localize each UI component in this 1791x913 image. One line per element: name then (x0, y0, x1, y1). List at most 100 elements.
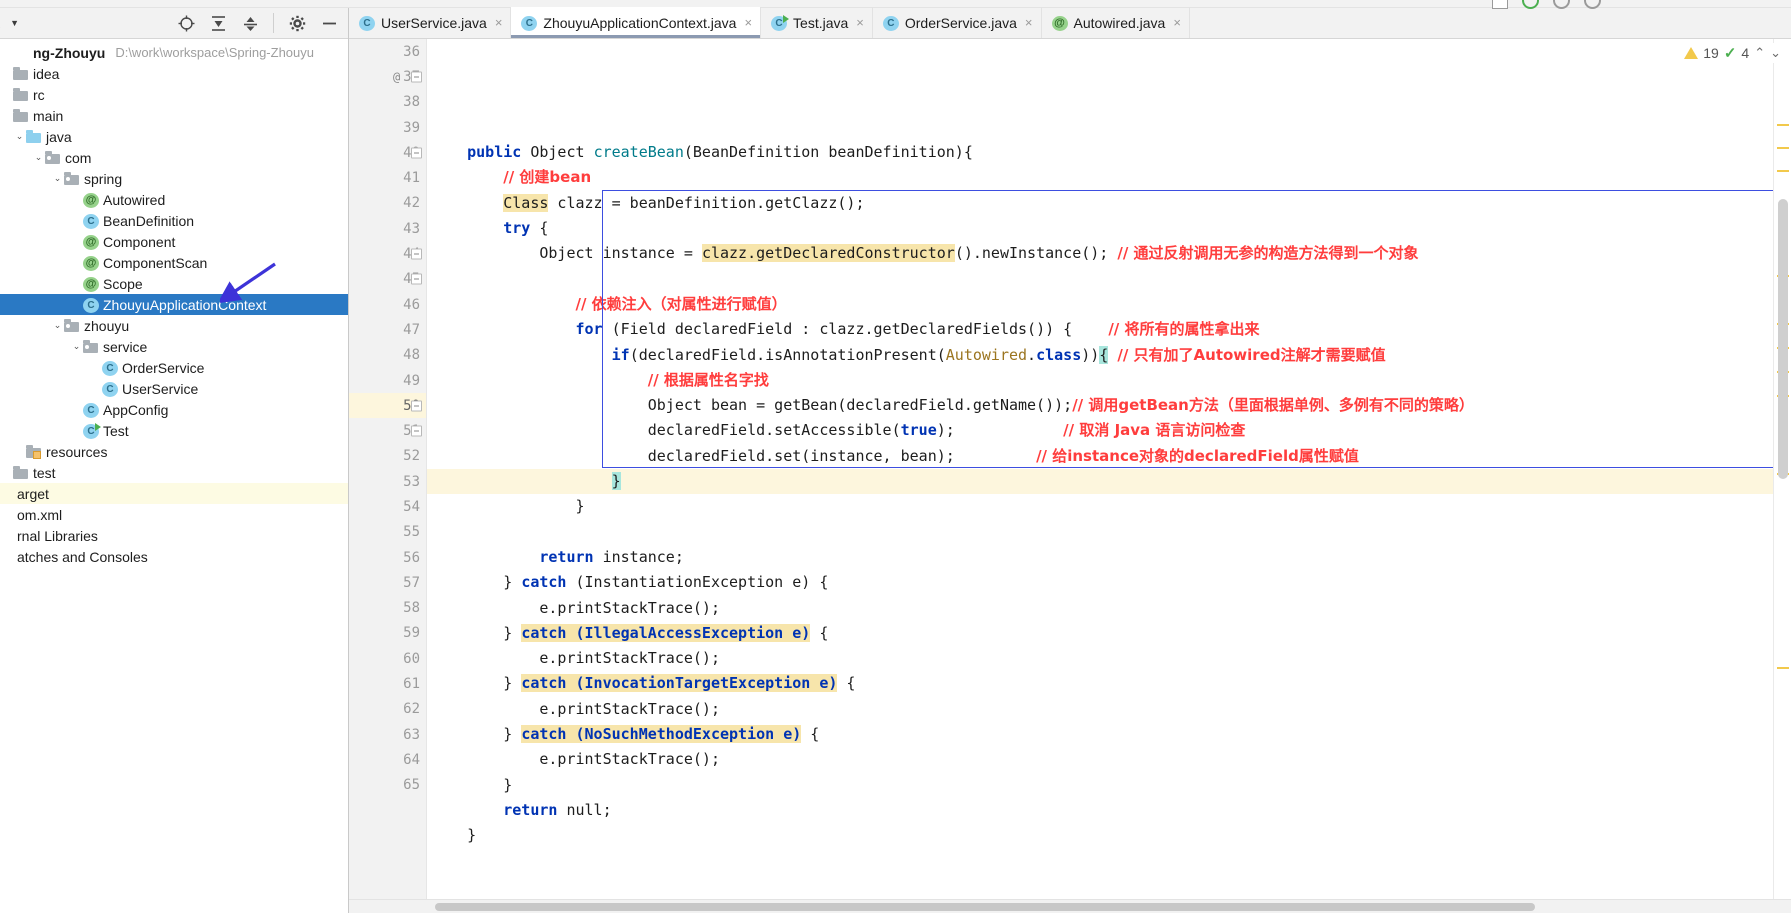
close-icon[interactable]: × (856, 15, 864, 30)
line-number[interactable]: 49 (349, 368, 426, 393)
code-fold-icon[interactable] (411, 248, 422, 260)
code-fold-icon[interactable] (411, 71, 422, 83)
expand-all-icon[interactable] (209, 14, 227, 32)
line-number[interactable]: 53 (349, 469, 426, 494)
editor-tab[interactable]: C UserService.java × (349, 7, 512, 38)
line-number[interactable]: 62 (349, 697, 426, 722)
code-line[interactable]: try { (427, 216, 1773, 241)
chevron-down-icon[interactable]: ⌄ (13, 131, 26, 142)
line-number[interactable]: 55 (349, 520, 426, 545)
tree-item[interactable]: C Test (0, 420, 348, 441)
code-line[interactable]: e.printStackTrace(); (427, 697, 1773, 722)
tree-item[interactable]: atches and Consoles (0, 546, 348, 567)
code-line[interactable]: declaredField.setAccessible(true); // 取消… (427, 418, 1773, 443)
tree-item[interactable]: C UserService (0, 378, 348, 399)
line-number[interactable]: 57 (349, 570, 426, 595)
debug-circle-icon[interactable] (1553, 0, 1570, 9)
code-fold-icon[interactable] (411, 400, 422, 412)
close-icon[interactable]: × (744, 15, 752, 30)
code-line[interactable]: } catch (IllegalAccessException e) { (427, 621, 1773, 646)
line-number[interactable]: 47 (349, 317, 426, 342)
close-icon[interactable]: × (495, 15, 503, 30)
line-number[interactable]: 45 (349, 267, 426, 292)
code-line[interactable] (427, 849, 1773, 874)
code-line[interactable]: // 依赖注入（对属性进行赋值） (427, 292, 1773, 317)
tree-item[interactable]: ⌄ com (0, 147, 348, 168)
code-line[interactable]: } catch (NoSuchMethodException e) { (427, 722, 1773, 747)
line-number[interactable]: 61 (349, 671, 426, 696)
tree-item[interactable]: C ZhouyuApplicationContext (0, 294, 348, 315)
tree-item[interactable]: @ Autowired (0, 189, 348, 210)
editor-tab-bar[interactable]: C UserService.java × C ZhouyuApplicationCont… (349, 7, 1791, 39)
code-line[interactable]: declaredField.set(instance, bean); // 给i… (427, 444, 1773, 469)
code-line[interactable]: Object bean = getBean(declaredField.getN… (427, 393, 1773, 418)
tree-item[interactable]: idea (0, 63, 348, 84)
hide-panel-icon[interactable] (320, 14, 338, 32)
line-number[interactable]: 42 (349, 191, 426, 216)
tree-item[interactable]: arget (0, 483, 348, 504)
tree-item[interactable]: @ ComponentScan (0, 252, 348, 273)
code-line[interactable]: e.printStackTrace(); (427, 747, 1773, 772)
code-line[interactable]: } (427, 494, 1773, 519)
line-number[interactable]: 56 (349, 545, 426, 570)
chevron-down-icon[interactable]: ▼ (10, 18, 19, 28)
run-circle-icon[interactable] (1522, 0, 1539, 9)
code-line[interactable] (427, 520, 1773, 545)
tree-item[interactable]: @ Component (0, 231, 348, 252)
line-number[interactable]: 40 (349, 140, 426, 165)
editor-tab[interactable]: @ Autowired.java × (1042, 7, 1190, 38)
gear-icon[interactable] (288, 14, 306, 32)
tree-item[interactable]: ⌄ java (0, 126, 348, 147)
tree-item[interactable]: C AppConfig (0, 399, 348, 420)
line-number[interactable]: 39 (349, 115, 426, 140)
code-line[interactable]: } (427, 823, 1773, 848)
tree-item[interactable]: ⌄ spring (0, 168, 348, 189)
next-problem-icon[interactable]: ⌄ (1770, 45, 1781, 61)
line-number[interactable]: 65 (349, 773, 426, 798)
editor-tab[interactable]: C OrderService.java × (873, 7, 1042, 38)
tree-item[interactable]: C OrderService (0, 357, 348, 378)
analysis-scrollbar[interactable] (1773, 39, 1791, 899)
close-icon[interactable]: × (1025, 15, 1033, 30)
code-line[interactable]: e.printStackTrace(); (427, 646, 1773, 671)
code-fold-icon[interactable] (411, 147, 422, 159)
code-content[interactable]: public Object createBean(BeanDefinition … (427, 39, 1773, 899)
editor-tab[interactable]: C Test.java × (761, 7, 873, 38)
tree-item[interactable]: resources (0, 441, 348, 462)
line-number[interactable]: 36 (349, 39, 426, 64)
line-number[interactable]: 52 (349, 444, 426, 469)
collapse-all-icon[interactable] (241, 14, 259, 32)
line-number[interactable]: 44 (349, 241, 426, 266)
code-line[interactable]: } (427, 469, 1773, 495)
line-number[interactable]: 41 (349, 165, 426, 190)
code-line[interactable]: Class clazz = beanDefinition.getClazz(); (427, 191, 1773, 216)
line-number[interactable]: 38 (349, 90, 426, 115)
scrollbar-thumb[interactable] (435, 903, 1535, 911)
tree-item[interactable]: C BeanDefinition (0, 210, 348, 231)
inspection-widget[interactable]: 19 ✓ 4 ⌃ ⌄ (1680, 43, 1785, 63)
locate-file-icon[interactable] (177, 14, 195, 32)
search-box-cut-icon[interactable] (1492, 0, 1508, 9)
tree-item[interactable]: ng-Zhouyu D:\work\workspace\Spring-Zhouyu (0, 42, 348, 63)
project-tree[interactable]: ng-Zhouyu D:\work\workspace\Spring-Zhouyu… (0, 39, 348, 913)
code-line[interactable] (427, 267, 1773, 292)
chevron-down-icon[interactable]: ⌄ (51, 320, 64, 331)
code-line[interactable]: } catch (InstantiationException e) { (427, 570, 1773, 595)
editor-tab[interactable]: C ZhouyuApplicationContext.java × (511, 7, 762, 38)
line-number[interactable]: 51 (349, 418, 426, 443)
code-line[interactable]: return null; (427, 798, 1773, 823)
line-number[interactable]: 43 (349, 216, 426, 241)
tree-item[interactable]: ⌄ zhouyu (0, 315, 348, 336)
tree-item[interactable]: rc (0, 84, 348, 105)
line-number[interactable]: 46 (349, 292, 426, 317)
code-line[interactable]: // 根据属性名字找 (427, 368, 1773, 393)
chevron-down-icon[interactable]: ⌄ (51, 173, 64, 184)
line-number[interactable]: 59 (349, 621, 426, 646)
tree-item[interactable]: @ Scope (0, 273, 348, 294)
code-line[interactable]: Object instance = clazz.getDeclaredConst… (427, 241, 1773, 266)
chevron-down-icon[interactable]: ⌄ (70, 341, 83, 352)
tree-item[interactable]: ⌄ service (0, 336, 348, 357)
line-number[interactable]: 37@ (349, 64, 426, 89)
code-line[interactable]: } (427, 773, 1773, 798)
line-number[interactable]: 63 (349, 722, 426, 747)
